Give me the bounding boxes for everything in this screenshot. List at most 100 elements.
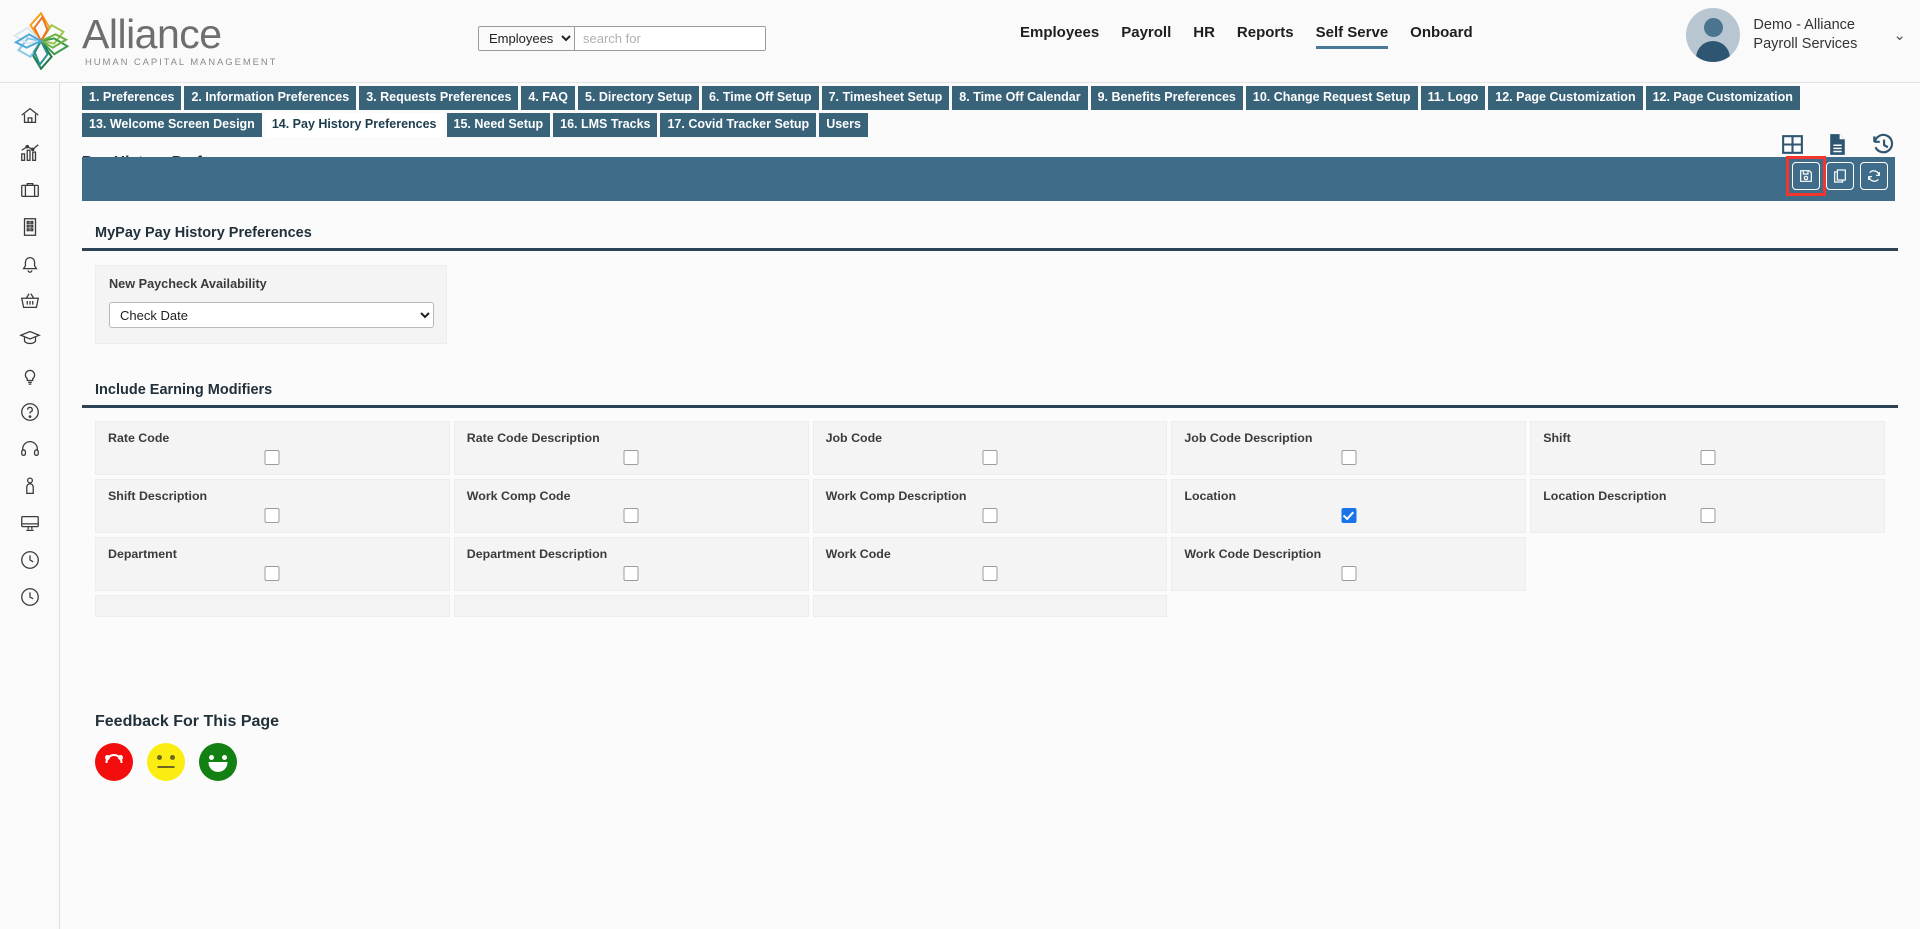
lightbulb-icon bbox=[24, 369, 35, 385]
tab-3-requests-preferences[interactable]: 3. Requests Preferences bbox=[359, 86, 519, 110]
brand-logo[interactable]: Alliance HUMAN CAPITAL MANAGEMENT bbox=[0, 8, 320, 74]
modifier-location: Location bbox=[1171, 479, 1527, 533]
chevron-down-icon[interactable]: ⌄ bbox=[1893, 26, 1906, 44]
search-input[interactable] bbox=[575, 27, 765, 50]
mypay-section: MyPay Pay History Preferences New Payche… bbox=[82, 213, 1898, 344]
briefcase-icon bbox=[20, 182, 39, 197]
search-scope-select[interactable]: Employees bbox=[479, 27, 575, 50]
checkbox-work-comp-description[interactable] bbox=[982, 508, 998, 523]
tab-4-faq[interactable]: 4. FAQ bbox=[521, 86, 575, 110]
sidebar-item-company[interactable] bbox=[9, 208, 51, 245]
neutral-face-icon[interactable] bbox=[147, 743, 185, 781]
checkbox-department-description[interactable] bbox=[623, 566, 639, 581]
tab-12b-page-customization[interactable]: 12. Page Customization bbox=[1645, 86, 1800, 110]
checkbox-rate-code-description[interactable] bbox=[623, 450, 639, 465]
refresh-button[interactable] bbox=[1860, 162, 1888, 190]
nav-payroll[interactable]: Payroll bbox=[1121, 24, 1171, 46]
modifier-location-description: Location Description bbox=[1530, 479, 1885, 533]
modifier-work-code: Work Code bbox=[812, 537, 1168, 591]
modifier-label: Work Comp Description bbox=[825, 489, 967, 503]
modifier-department: Department bbox=[95, 537, 450, 591]
tab-6-time-off-setup[interactable]: 6. Time Off Setup bbox=[701, 86, 819, 110]
tab-5-directory-setup[interactable]: 5. Directory Setup bbox=[578, 86, 699, 110]
tab-17-covid-tracker-setup[interactable]: 17. Covid Tracker Setup bbox=[660, 113, 817, 137]
tab-16-lms-tracks[interactable]: 16. LMS Tracks bbox=[553, 113, 658, 137]
tab-10-change-request-setup[interactable]: 10. Change Request Setup bbox=[1245, 86, 1418, 110]
tab-row-2: 13. Welcome Screen Design 14. Pay Histor… bbox=[82, 113, 1920, 137]
checkbox-shift-description[interactable] bbox=[264, 508, 280, 523]
checkbox-location-description[interactable] bbox=[1700, 508, 1716, 523]
modifier-rate-code: Rate Code bbox=[95, 421, 450, 475]
modifier-job-code: Job Code bbox=[812, 421, 1168, 475]
sidebar-item-profile[interactable] bbox=[9, 467, 51, 504]
nav-employees[interactable]: Employees bbox=[1020, 24, 1099, 46]
tab-12-page-customization[interactable]: 12. Page Customization bbox=[1488, 86, 1643, 110]
nav-reports[interactable]: Reports bbox=[1237, 24, 1294, 46]
nav-self-serve[interactable]: Self Serve bbox=[1315, 24, 1389, 49]
sidebar-item-ideas[interactable] bbox=[9, 356, 51, 393]
form-content: MyPay Pay History Preferences New Payche… bbox=[60, 213, 1920, 781]
global-search[interactable]: Employees bbox=[478, 26, 766, 51]
happy-face-icon[interactable] bbox=[199, 743, 237, 781]
sidebar-item-learning[interactable] bbox=[9, 319, 51, 356]
brand-title: Alliance bbox=[82, 11, 222, 57]
tab-13-welcome-screen-design[interactable]: 13. Welcome Screen Design bbox=[82, 113, 262, 137]
earning-modifiers-title: Include Earning Modifiers bbox=[82, 370, 1898, 408]
nav-onboard[interactable]: Onboard bbox=[1410, 24, 1473, 46]
avatar bbox=[1686, 8, 1741, 62]
main-content: 1. Preferences 2. Information Preference… bbox=[60, 83, 1920, 929]
clock-icon bbox=[20, 550, 39, 569]
modifier-label: Job Code Description bbox=[1184, 431, 1313, 445]
tab-11-logo[interactable]: 11. Logo bbox=[1420, 86, 1486, 110]
application-root: Alliance HUMAN CAPITAL MANAGEMENT Employ… bbox=[0, 0, 1920, 929]
tab-8-time-off-calendar[interactable]: 8. Time Off Calendar bbox=[952, 86, 1088, 110]
sidebar-item-analytics[interactable] bbox=[9, 134, 51, 171]
user-menu[interactable]: Demo - Alliance Payroll Services ⌄ bbox=[1686, 8, 1906, 62]
sidebar-item-time[interactable] bbox=[9, 541, 51, 578]
checkbox-rate-code[interactable] bbox=[264, 450, 280, 465]
sad-face-icon[interactable] bbox=[95, 743, 133, 781]
checkbox-work-comp-code[interactable] bbox=[623, 508, 639, 523]
sidebar-item-history[interactable] bbox=[9, 578, 51, 615]
checkbox-work-code-description[interactable] bbox=[1341, 566, 1357, 581]
mypay-section-title: MyPay Pay History Preferences bbox=[82, 213, 1898, 251]
checkbox-job-code[interactable] bbox=[982, 450, 998, 465]
refresh-icon bbox=[1868, 170, 1880, 182]
tab-1-preferences[interactable]: 1. Preferences bbox=[82, 86, 182, 110]
tab-2-information-preferences[interactable]: 2. Information Preferences bbox=[184, 86, 357, 110]
checkbox-work-code[interactable] bbox=[982, 566, 998, 581]
modifier-label: Work Code bbox=[825, 547, 891, 561]
nav-hr[interactable]: HR bbox=[1193, 24, 1215, 46]
checkbox-job-code-description[interactable] bbox=[1341, 450, 1357, 465]
modifier-label: Work Comp Code bbox=[466, 489, 571, 503]
modifier-label: Rate Code bbox=[108, 431, 170, 445]
modifier-shift-description: Shift Description bbox=[95, 479, 450, 533]
sidebar-item-home[interactable] bbox=[9, 97, 51, 134]
sidebar-item-briefcase[interactable] bbox=[9, 171, 51, 208]
home-icon bbox=[20, 107, 39, 123]
tab-15-need-setup[interactable]: 15. Need Setup bbox=[446, 113, 551, 137]
left-sidebar bbox=[0, 83, 60, 929]
save-button[interactable] bbox=[1792, 162, 1820, 190]
analytics-icon bbox=[20, 143, 39, 161]
sidebar-item-desktop[interactable] bbox=[9, 504, 51, 541]
checkbox-location[interactable] bbox=[1341, 508, 1357, 523]
sidebar-item-marketplace[interactable] bbox=[9, 282, 51, 319]
question-circle-icon bbox=[20, 402, 39, 421]
basket-icon bbox=[20, 292, 39, 308]
modifier-work-comp-code: Work Comp Code bbox=[453, 479, 809, 533]
sidebar-item-help[interactable] bbox=[9, 393, 51, 430]
tab-14-pay-history-preferences[interactable]: 14. Pay History Preferences bbox=[264, 113, 444, 137]
new-paycheck-availability-label: New Paycheck Availability bbox=[109, 277, 267, 291]
sidebar-item-notifications[interactable] bbox=[9, 245, 51, 282]
tab-7-timesheet-setup[interactable]: 7. Timesheet Setup bbox=[821, 86, 950, 110]
copy-button[interactable] bbox=[1826, 162, 1854, 190]
modifier-rate-code-description: Rate Code Description bbox=[453, 421, 809, 475]
tab-users[interactable]: Users bbox=[819, 113, 868, 137]
sidebar-item-support[interactable] bbox=[9, 430, 51, 467]
new-paycheck-availability-select[interactable]: Check Date bbox=[109, 302, 434, 328]
checkbox-department[interactable] bbox=[264, 566, 280, 581]
tab-9-benefits-preferences[interactable]: 9. Benefits Preferences bbox=[1090, 86, 1243, 110]
checkbox-shift[interactable] bbox=[1700, 450, 1716, 465]
modifier-filler-4 bbox=[1171, 595, 1527, 617]
